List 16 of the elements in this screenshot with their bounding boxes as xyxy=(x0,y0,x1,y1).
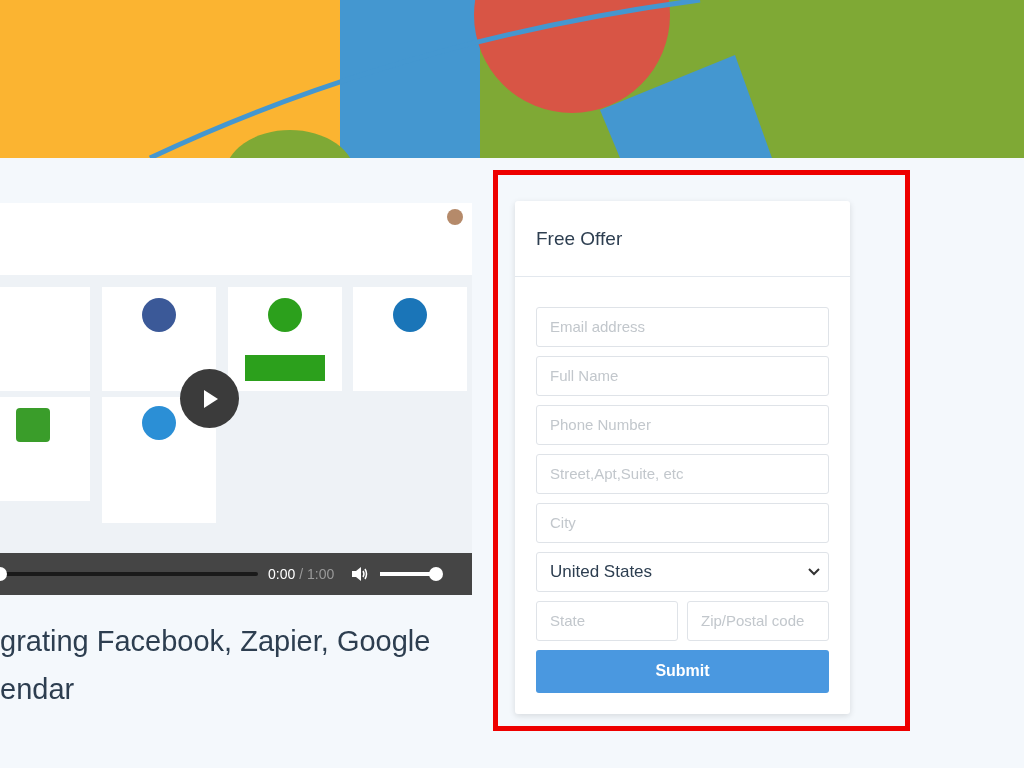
input-field[interactable]: Full Name xyxy=(536,355,829,396)
input-field[interactable]: Email address xyxy=(536,306,829,347)
current-time: 0:00 xyxy=(268,564,296,584)
input-field[interactable]: Zip/Postal code xyxy=(687,600,829,641)
input-field[interactable]: Phone Number xyxy=(536,404,829,445)
country-select[interactable]: United States xyxy=(536,551,829,592)
form-title: Free Offer xyxy=(536,228,623,249)
input-field[interactable]: Street,Apt,Suite, etc xyxy=(536,453,829,494)
input-field[interactable]: State xyxy=(536,600,678,641)
chevron-down-icon xyxy=(808,567,820,576)
play-icon xyxy=(201,389,218,408)
heading-line: endar xyxy=(0,672,76,707)
duration: / 1:00 xyxy=(299,564,335,584)
volume-thumb[interactable] xyxy=(429,567,444,581)
heading-line: grating Facebook, Zapier, Google xyxy=(0,624,432,659)
input-field[interactable]: City xyxy=(536,502,829,543)
